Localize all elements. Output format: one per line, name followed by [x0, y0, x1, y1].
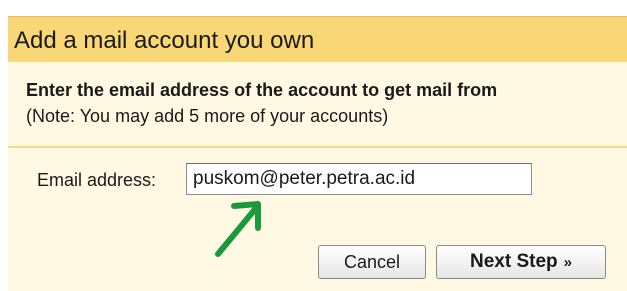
pointer-arrow-icon [215, 201, 261, 257]
next-step-button[interactable]: Next Step » [436, 245, 606, 279]
cancel-button[interactable]: Cancel [318, 245, 426, 279]
email-label: Email address: [37, 170, 157, 190]
dialog-title: Add a mail account you own [14, 27, 315, 54]
note-text: (Note: You may add 5 more of your accoun… [26, 106, 389, 126]
dialog-header: Add a mail account you own [8, 16, 627, 63]
cancel-button-label: Cancel [343, 251, 401, 272]
next-step-button-label: Next Step [470, 251, 558, 272]
email-field[interactable] [186, 163, 532, 195]
add-mail-account-dialog: Add a mail account you own Enter the ema… [0, 0, 627, 291]
section-divider [8, 146, 627, 148]
instruction-text: Enter the email address of the account t… [26, 80, 498, 100]
double-chevron-right-icon: » [563, 254, 572, 271]
